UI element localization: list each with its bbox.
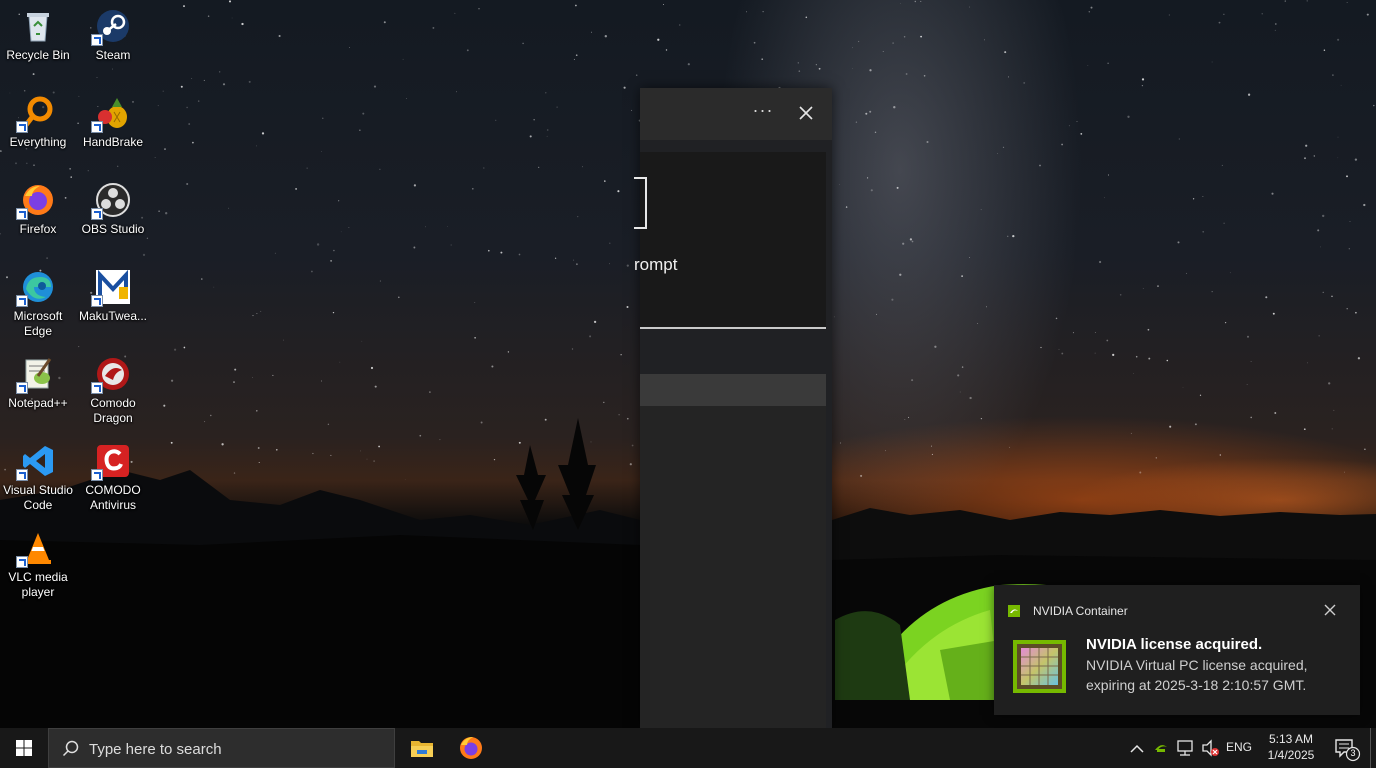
taskbar-firefox[interactable] [447, 728, 495, 768]
desktop-icon-label: Visual Studio Code [3, 483, 73, 512]
desktop-icon-label: Comodo Dragon [90, 396, 136, 425]
desktop-icon-label: COMODO Antivirus [85, 483, 141, 512]
desktop-icon-label: MakuTwea... [78, 309, 148, 323]
desktop-icon-label: Recycle Bin [6, 48, 70, 62]
windows-logo-icon [16, 740, 32, 756]
notification-body: NVIDIA Virtual PC license acquired, expi… [1086, 657, 1308, 693]
desktop-icon-label: VLC media player [8, 570, 68, 599]
panel-strip [640, 374, 826, 406]
notepadpp-icon [16, 356, 56, 394]
desktop-icon-comodo-antivirus[interactable]: COMODO Antivirus [75, 443, 151, 513]
notification-close-button[interactable] [1322, 602, 1338, 618]
shortcut-arrow-icon [91, 295, 103, 307]
recycle-bin-icon [20, 8, 56, 44]
shortcut-arrow-icon [16, 121, 28, 133]
action-center-button[interactable]: 3 [1328, 728, 1364, 768]
taskbar: Type here to search ENG 5:13 AM 1/4/2025… [0, 728, 1376, 768]
close-icon [1324, 604, 1336, 616]
shortcut-arrow-icon [91, 469, 103, 481]
shortcut-arrow-icon [16, 556, 28, 568]
shortcut-arrow-icon [16, 382, 28, 394]
app-window-panel: ··· rompt [634, 88, 832, 728]
start-button[interactable] [0, 728, 48, 768]
show-hidden-icons-button[interactable] [1128, 728, 1146, 768]
more-options-button[interactable]: ··· [748, 100, 778, 126]
desktop-icon-label: HandBrake [82, 135, 144, 149]
language-indicator[interactable]: ENG [1226, 740, 1252, 754]
tray-network[interactable] [1175, 728, 1195, 768]
prompt-label: rompt [634, 255, 678, 274]
notification-title: NVIDIA license acquired. [1086, 636, 1263, 653]
shortcut-arrow-icon [16, 295, 28, 307]
clock-date: 1/4/2025 [1267, 748, 1315, 762]
nvidia-notification-toast[interactable]: NVIDIA Container NVIDIA license acquired… [994, 585, 1360, 715]
notifications-icon [1335, 739, 1361, 762]
desktop-icon-vscode[interactable]: Visual Studio Code [0, 443, 76, 513]
taskbar-clock[interactable]: 5:13 AM 1/4/2025 [1262, 731, 1320, 763]
desktop-icon-firefox[interactable]: Firefox [0, 182, 76, 237]
desktop-icon-everything[interactable]: Everything [0, 95, 76, 150]
desktop-icon-recycle-bin[interactable]: Recycle Bin [0, 8, 76, 63]
nvidia-app-icon [1008, 604, 1020, 617]
shortcut-arrow-icon [91, 208, 103, 220]
taskbar-file-explorer[interactable] [398, 728, 446, 768]
desktop-icon-vlc[interactable]: VLC media player [0, 530, 76, 600]
firefox-icon [16, 182, 56, 220]
close-window-button[interactable] [792, 99, 820, 127]
tray-volume[interactable] [1200, 728, 1220, 768]
edge-icon [16, 269, 56, 307]
clock-time: 5:13 AM [1268, 732, 1314, 746]
file-explorer-icon [411, 741, 433, 757]
vscode-icon [16, 443, 56, 481]
desktop-icon-notepadpp[interactable]: Notepad++ [0, 356, 76, 411]
desktop-icon-makutweaker[interactable]: MakuTwea... [75, 269, 151, 324]
shortcut-arrow-icon [91, 121, 103, 133]
panel-content [634, 152, 826, 328]
volume-muted-icon [1202, 739, 1219, 757]
notification-app-name: NVIDIA Container [1033, 604, 1128, 618]
gpu-chip-icon [1013, 640, 1066, 693]
makutweaker-icon [91, 269, 131, 307]
everything-icon [16, 95, 56, 133]
obs-studio-icon [91, 182, 131, 220]
desktop-icon-label: Notepad++ [8, 396, 68, 410]
shortcut-arrow-icon [91, 34, 103, 46]
show-desktop-button[interactable] [1370, 728, 1376, 768]
network-icon [1177, 740, 1193, 756]
chevron-up-icon [1130, 744, 1144, 753]
comodo-dragon-icon [91, 356, 131, 394]
vlc-icon [16, 530, 56, 568]
window-titlebar: ··· [640, 88, 832, 140]
desktop-icon-label: Firefox [19, 222, 57, 236]
notification-count-badge: 3 [1350, 748, 1356, 758]
shortcut-arrow-icon [16, 208, 28, 220]
comodo-antivirus-icon [91, 443, 131, 481]
steam-icon [91, 8, 131, 46]
panel-lower-area [640, 406, 826, 728]
desktop-icon-label: Microsoft Edge [13, 309, 63, 338]
close-icon [799, 106, 813, 120]
desktop-icon-handbrake[interactable]: HandBrake [75, 95, 151, 150]
desktop-icon-microsoft-edge[interactable]: Microsoft Edge [0, 269, 76, 339]
search-icon [62, 740, 79, 757]
nvidia-tray-icon [1155, 745, 1167, 752]
desktop-icon-steam[interactable]: Steam [75, 8, 151, 63]
taskbar-search-box[interactable]: Type here to search [48, 728, 395, 768]
firefox-icon [460, 737, 482, 759]
desktop-icon-label: OBS Studio [81, 222, 145, 236]
handbrake-icon [91, 95, 131, 133]
desktop-icon-obs-studio[interactable]: OBS Studio [75, 182, 151, 237]
tray-nvidia[interactable] [1152, 728, 1170, 768]
desktop-icon-comodo-dragon[interactable]: Comodo Dragon [75, 356, 151, 426]
shortcut-arrow-icon [91, 382, 103, 394]
search-placeholder: Type here to search [89, 741, 222, 758]
selection-frame [634, 177, 647, 229]
desktop-icon-label: Everything [9, 135, 67, 149]
desktop-icon-label: Steam [95, 48, 131, 62]
shortcut-arrow-icon [16, 469, 28, 481]
input-underline [640, 327, 826, 329]
